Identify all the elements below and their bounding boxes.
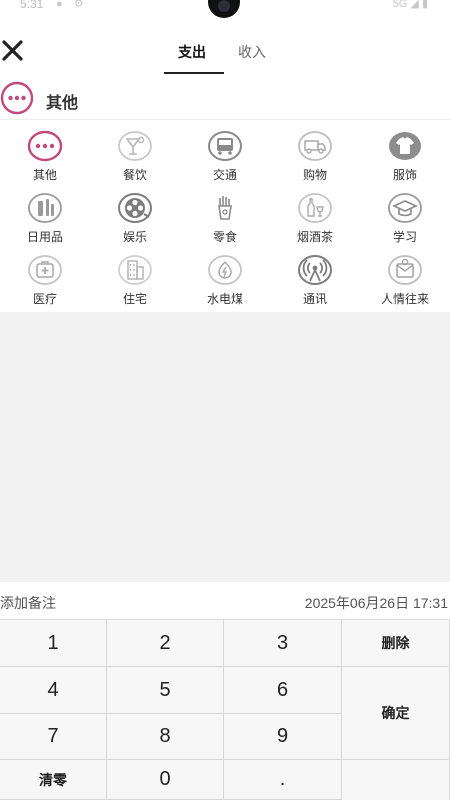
delete-button[interactable]: 删除 <box>342 620 450 667</box>
building-icon <box>118 255 152 285</box>
category-dining[interactable]: 餐饮 <box>90 122 180 184</box>
film-reel-icon <box>118 193 152 223</box>
category-clothing[interactable]: 服饰 <box>360 122 450 184</box>
category-study[interactable]: 学习 <box>360 184 450 246</box>
content-spacer <box>0 312 450 582</box>
network-label: 5G <box>392 0 408 10</box>
category-other[interactable]: 其他 <box>0 122 90 184</box>
toiletries-icon <box>28 193 62 223</box>
key-0[interactable]: 0 <box>107 760 224 800</box>
category-daily-goods[interactable]: 日用品 <box>0 184 90 246</box>
close-icon <box>2 40 23 61</box>
status-bar: 5:31 ● ⚙ 5G ◢ ▮ <box>0 0 450 18</box>
category-shopping[interactable]: 购物 <box>270 122 360 184</box>
category-communication[interactable]: 通讯 <box>270 246 360 308</box>
category-entertainment[interactable]: 娱乐 <box>90 184 180 246</box>
status-time: 5:31 <box>20 0 44 11</box>
category-grid: 其他 餐饮 交通 购物 服饰 日用品 娱乐 零食 烟酒茶 学习 医疗 住宅 水电… <box>0 122 450 312</box>
tab-income[interactable]: 收入 <box>238 42 266 62</box>
wine-bottle-icon <box>298 193 332 223</box>
key-4[interactable]: 4 <box>0 667 107 714</box>
category-gifts[interactable]: 人情往来 <box>360 246 450 308</box>
key-8[interactable]: 8 <box>107 714 224 760</box>
category-label: 人情往来 <box>380 292 429 306</box>
key-7[interactable]: 7 <box>0 714 107 760</box>
key-3[interactable]: 3 <box>224 620 342 667</box>
category-label: 医疗 <box>32 292 57 306</box>
key-2[interactable]: 2 <box>107 620 224 667</box>
category-label: 购物 <box>302 168 327 182</box>
tshirt-icon <box>389 132 421 160</box>
category-label: 交通 <box>212 168 237 182</box>
tab-expense[interactable]: 支出 <box>178 42 206 62</box>
bus-icon <box>208 131 242 161</box>
selected-category-label: 其他 <box>46 95 79 112</box>
key-5[interactable]: 5 <box>107 667 224 714</box>
status-network: 5G ◢ ▮ <box>392 0 428 10</box>
category-transport[interactable]: 交通 <box>180 122 270 184</box>
category-label: 日用品 <box>26 230 63 244</box>
key-6[interactable]: 6 <box>224 667 342 714</box>
category-label: 零食 <box>212 230 237 244</box>
more-dots-icon <box>0 81 34 115</box>
selected-category: 其他 <box>0 74 450 120</box>
clear-button[interactable]: 清零 <box>0 760 107 800</box>
category-snacks[interactable]: 零食 <box>180 184 270 246</box>
date-picker[interactable]: 2025年06月26日 17:31 <box>305 593 448 613</box>
status-notification-icons: ● ⚙ <box>56 0 88 10</box>
category-label: 服饰 <box>392 168 417 182</box>
category-label: 其他 <box>32 168 57 182</box>
medical-kit-icon <box>28 255 62 285</box>
keypad-empty-cell <box>342 760 450 800</box>
note-row: 添加备注 2025年06月26日 17:31 <box>0 582 450 620</box>
category-label: 烟酒茶 <box>296 230 333 244</box>
category-label: 住宅 <box>122 292 147 306</box>
graduation-cap-icon <box>388 193 422 223</box>
signal-tower-icon <box>298 255 332 285</box>
more-dots-icon <box>27 130 63 162</box>
delivery-truck-icon <box>298 131 332 161</box>
category-housing[interactable]: 住宅 <box>90 246 180 308</box>
fries-icon <box>218 196 232 220</box>
category-tobacco-alcohol-tea[interactable]: 烟酒茶 <box>270 184 360 246</box>
note-input[interactable]: 添加备注 <box>0 593 56 613</box>
key-1[interactable]: 1 <box>0 620 107 667</box>
utility-bolt-icon <box>208 255 242 285</box>
category-medical[interactable]: 医疗 <box>0 246 90 308</box>
category-label: 学习 <box>392 230 417 244</box>
top-bar: 支出 收入 <box>0 30 450 74</box>
close-button[interactable] <box>0 38 26 64</box>
category-label: 水电煤 <box>206 292 243 306</box>
category-label: 通讯 <box>302 292 327 306</box>
camera-cutout <box>208 0 240 18</box>
key-9[interactable]: 9 <box>224 714 342 760</box>
number-keypad: 1 2 3 删除 4 5 6 7 8 9 确定 清零 0 . <box>0 620 450 800</box>
key-dot[interactable]: . <box>224 760 342 800</box>
category-utilities[interactable]: 水电煤 <box>180 246 270 308</box>
gift-envelope-icon <box>388 255 422 285</box>
confirm-button[interactable]: 确定 <box>342 667 450 760</box>
category-label: 娱乐 <box>122 230 147 244</box>
category-label: 餐饮 <box>122 168 147 182</box>
cocktail-icon <box>118 131 152 161</box>
